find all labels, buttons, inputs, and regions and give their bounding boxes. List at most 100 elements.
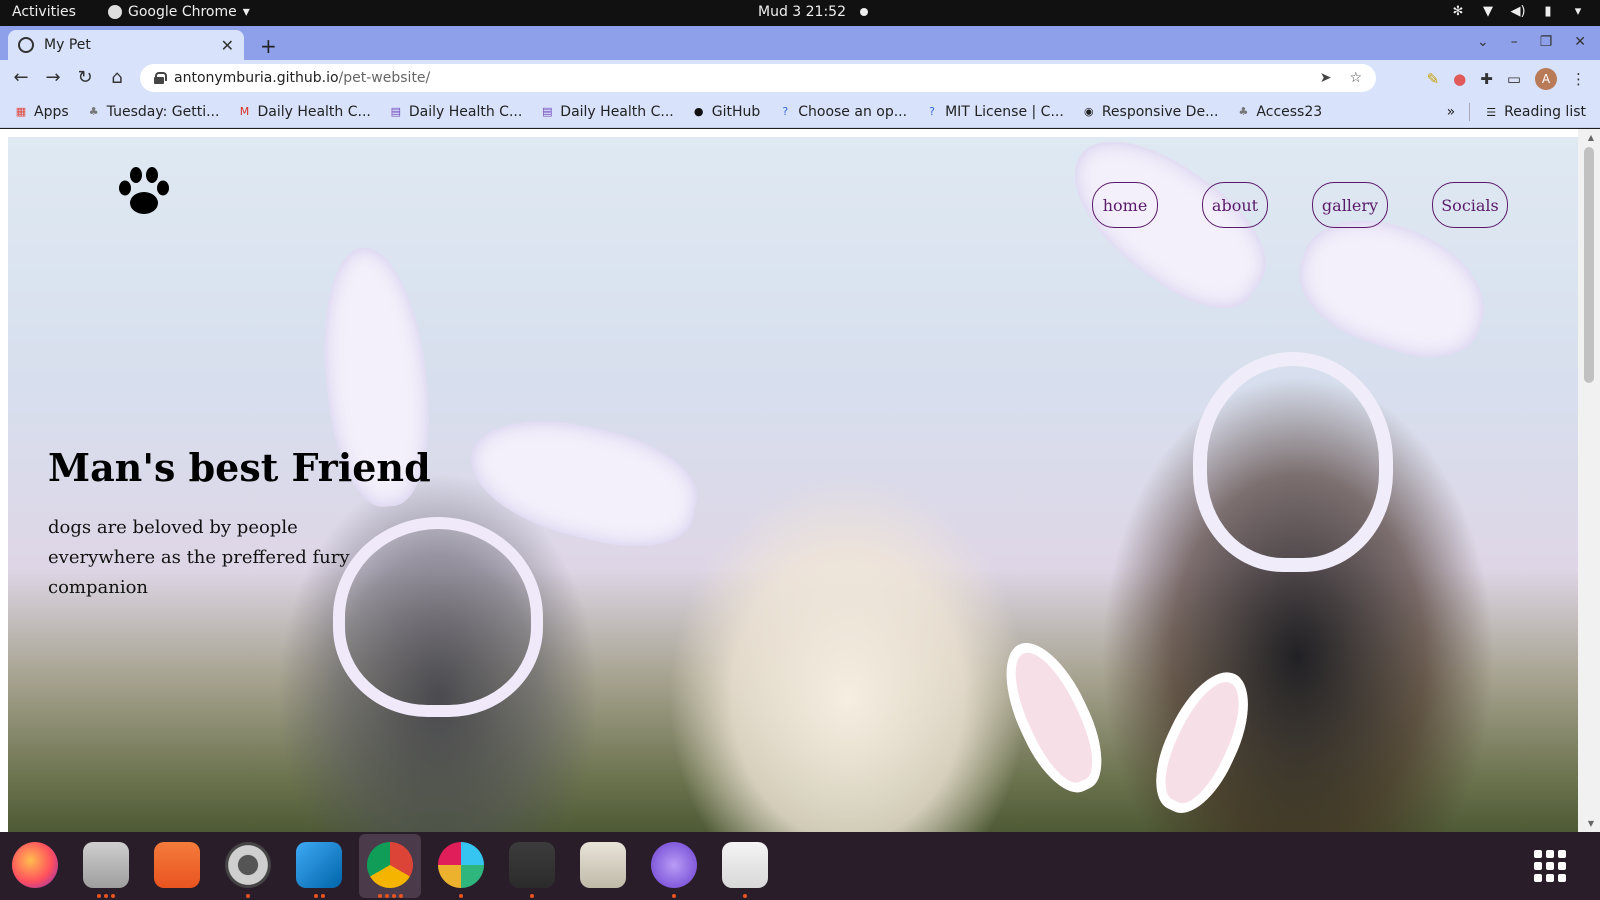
restore-icon[interactable]: ❐ bbox=[1540, 34, 1553, 50]
volume-icon: ◀) bbox=[1510, 3, 1526, 19]
bookmark-item[interactable]: ▤ Daily Health C... bbox=[540, 103, 674, 120]
scroll-down-icon[interactable]: ▼ bbox=[1588, 819, 1594, 828]
reading-list-label: Reading list bbox=[1504, 104, 1586, 120]
globe-icon: ◉ bbox=[1084, 105, 1094, 118]
scroll-up-icon[interactable]: ▲ bbox=[1588, 133, 1594, 142]
running-indicator bbox=[530, 894, 534, 898]
nav-socials-link[interactable]: Socials bbox=[1432, 182, 1508, 228]
gmail-icon: M bbox=[239, 105, 250, 118]
nav-about-link[interactable]: about bbox=[1202, 182, 1268, 228]
extensions-area: ✎ ● ✚ ▭ A ⋮ bbox=[1427, 68, 1586, 90]
bookmark-item[interactable]: ? Choose an op... bbox=[778, 104, 907, 120]
bookmark-item[interactable]: ♣ Access23 bbox=[1236, 104, 1322, 120]
settings-icon[interactable] bbox=[225, 842, 271, 888]
ubuntu-dock bbox=[0, 832, 1600, 900]
bookmark-label: Daily Health C... bbox=[257, 103, 371, 120]
home-icon[interactable]: ⌂ bbox=[106, 67, 128, 88]
chrome-small-icon bbox=[108, 5, 122, 19]
question-icon: ? bbox=[782, 105, 789, 118]
hero-image bbox=[987, 629, 1119, 805]
question-icon: ? bbox=[929, 105, 935, 118]
show-applications-icon[interactable] bbox=[1534, 850, 1566, 882]
running-indicator bbox=[459, 894, 463, 898]
bookmark-item[interactable]: ▦ Apps bbox=[14, 104, 69, 120]
bookmark-item[interactable]: ? MIT License | C... bbox=[925, 104, 1064, 120]
app-menu[interactable]: Google Chrome ▾ bbox=[108, 4, 250, 20]
bookmark-label: Daily Health C... bbox=[560, 103, 674, 120]
url-path: /pet-website/ bbox=[338, 70, 431, 86]
vscode-icon[interactable] bbox=[296, 842, 342, 888]
chrome-icon[interactable] bbox=[367, 842, 413, 888]
notification-dot-icon bbox=[860, 8, 868, 16]
reading-list-button[interactable]: ☰ Reading list bbox=[1484, 104, 1586, 120]
new-tab-button[interactable]: + bbox=[260, 34, 277, 58]
address-bar[interactable]: antonymburia.github.io/pet-website/ ➤ ☆ bbox=[140, 64, 1376, 92]
tab-search-icon[interactable]: ⌄ bbox=[1477, 34, 1489, 50]
scroll-thumb[interactable] bbox=[1584, 147, 1594, 383]
tab-strip: My Pet ✕ + ⌄ – ❐ ✕ bbox=[0, 26, 1600, 60]
system-top-bar: Activities Google Chrome ▾ Mud 3 21:52 ✻… bbox=[0, 0, 1600, 26]
hero-description: dogs are beloved by people everywhere as… bbox=[48, 517, 350, 598]
bookmark-item[interactable]: M Daily Health C... bbox=[237, 103, 371, 120]
clock-label: Mud 3 21:52 bbox=[758, 4, 846, 20]
page-viewport: home about gallery Socials Man's best Fr… bbox=[0, 129, 1600, 832]
lock-icon[interactable] bbox=[154, 72, 167, 84]
cast-icon[interactable]: ▭ bbox=[1507, 70, 1521, 88]
forward-icon[interactable]: → bbox=[42, 67, 64, 88]
github-icon: ● bbox=[693, 105, 704, 118]
menu-kebab-icon[interactable]: ⋮ bbox=[1571, 70, 1586, 88]
form-icon: ▤ bbox=[390, 105, 402, 118]
bookmark-label: Access23 bbox=[1256, 103, 1323, 120]
browser-toolbar: ← → ↻ ⌂ antonymburia.github.io/pet-websi… bbox=[0, 60, 1600, 96]
tab-title: My Pet bbox=[44, 37, 91, 53]
running-indicator bbox=[97, 894, 115, 898]
bookmark-label: Choose an op... bbox=[798, 103, 908, 120]
close-tab-icon[interactable]: ✕ bbox=[221, 36, 234, 55]
reload-icon[interactable]: ↻ bbox=[74, 67, 96, 88]
close-window-icon[interactable]: ✕ bbox=[1574, 34, 1586, 50]
send-to-device-icon[interactable]: ➤ bbox=[1320, 70, 1332, 86]
record-extension-icon[interactable]: ● bbox=[1453, 70, 1466, 88]
image-viewer-icon[interactable] bbox=[580, 842, 626, 888]
browser-icon[interactable] bbox=[651, 842, 697, 888]
running-indicator bbox=[377, 894, 403, 898]
minimize-icon[interactable]: – bbox=[1511, 34, 1518, 50]
bookmarks-bar: ▦ Apps ♣ Tuesday: Getti... M Daily Health C..… bbox=[0, 96, 1600, 128]
more-bookmarks-icon[interactable]: » bbox=[1447, 104, 1456, 120]
caret-down-icon: ▾ bbox=[1574, 3, 1582, 19]
tab-my-pet[interactable]: My Pet ✕ bbox=[8, 30, 244, 60]
running-indicator bbox=[246, 894, 250, 898]
bookmark-label: Responsive De... bbox=[1101, 103, 1219, 120]
page-scrollbar[interactable]: ▲ ▼ bbox=[1578, 129, 1600, 832]
pen-extension-icon[interactable]: ✎ bbox=[1427, 70, 1440, 88]
paw-logo-icon[interactable] bbox=[116, 167, 172, 217]
files-icon[interactable] bbox=[83, 842, 129, 888]
url-host: antonymburia.github.io bbox=[174, 70, 339, 86]
running-indicator bbox=[743, 894, 747, 898]
activities-button[interactable]: Activities bbox=[12, 4, 76, 20]
slack-icon[interactable] bbox=[438, 842, 484, 888]
system-tray[interactable]: ✻ ▼ ◀) ▮ ▾ bbox=[1450, 3, 1586, 19]
globe-favicon-icon bbox=[18, 37, 34, 53]
running-indicator bbox=[672, 894, 676, 898]
app-menu-label: Google Chrome bbox=[128, 4, 237, 20]
extensions-puzzle-icon[interactable]: ✚ bbox=[1480, 70, 1493, 88]
hero-image bbox=[1193, 352, 1393, 572]
software-icon[interactable] bbox=[154, 842, 200, 888]
bookmark-item[interactable]: ♣ Tuesday: Getti... bbox=[87, 104, 220, 120]
profile-avatar[interactable]: A bbox=[1535, 68, 1557, 90]
text-editor-icon[interactable] bbox=[722, 842, 768, 888]
hero-image bbox=[1139, 659, 1267, 825]
bookmark-item[interactable]: ◉ Responsive De... bbox=[1082, 103, 1219, 120]
nav-home-link[interactable]: home bbox=[1092, 182, 1158, 228]
nav-gallery-link[interactable]: gallery bbox=[1312, 182, 1388, 228]
clock[interactable]: Mud 3 21:52 bbox=[758, 4, 868, 20]
accessibility-icon: ✻ bbox=[1452, 3, 1464, 19]
back-icon[interactable]: ← bbox=[10, 67, 32, 88]
bookmark-item[interactable]: ● GitHub bbox=[692, 104, 760, 120]
bookmark-star-icon[interactable]: ☆ bbox=[1349, 70, 1362, 86]
running-indicator bbox=[313, 894, 325, 898]
firefox-icon[interactable] bbox=[12, 842, 58, 888]
terminal-icon[interactable] bbox=[509, 842, 555, 888]
bookmark-item[interactable]: ▤ Daily Health C... bbox=[389, 104, 523, 120]
